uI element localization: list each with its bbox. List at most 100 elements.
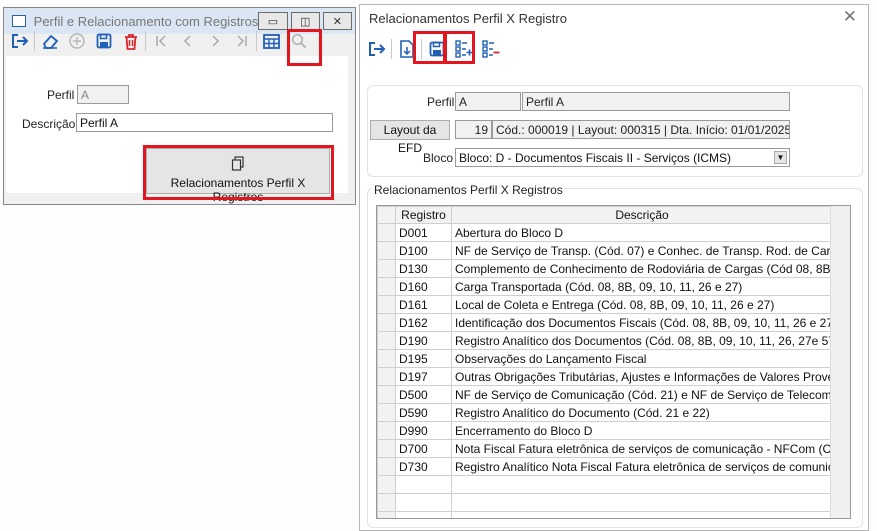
registro-cell[interactable] [395,493,452,512]
col-registro-header[interactable]: Registro [395,206,452,224]
table-row[interactable]: D162 Identificação dos Documentos Fiscais… [377,313,833,332]
registro-cell[interactable]: D195 [395,349,452,368]
registros-grid[interactable]: Registro Descrição D001 Abertura do Bloco… [376,205,851,519]
table-row[interactable]: D160 Carga Transportada (Cód. 08, 8B, 09,… [377,277,833,296]
descricao-cell[interactable]: NF de Serviço de Transp. (Cód. 07) e Con… [451,241,833,260]
descricao-field[interactable]: Perfil A [76,113,333,132]
exit-button[interactable] [6,29,33,53]
descricao-cell[interactable]: NF de Serviço de Comunicação (Cód. 21) e… [451,385,833,404]
close-button[interactable]: ✕ [322,12,352,30]
table-row[interactable]: D590 Registro Analítico do Documento (Cód… [377,403,833,422]
last-record-button[interactable] [228,29,255,53]
chevron-down-icon[interactable]: ▼ [774,151,787,164]
table-row[interactable]: D730 Registro Analítico Nota Fiscal Fatur… [377,457,833,476]
registro-cell[interactable]: D001 [395,223,452,242]
registro-cell[interactable]: D190 [395,331,452,350]
previous-record-button[interactable] [174,29,201,53]
registro-cell[interactable]: D990 [395,421,452,440]
row-indicator[interactable] [377,241,396,260]
first-record-button[interactable] [147,29,174,53]
table-row[interactable] [377,511,833,518]
layout-info-field[interactable]: Cód.: 000019 | Layout: 000315 | Dta. Iní… [492,120,790,139]
row-indicator[interactable] [377,457,396,476]
registro-cell[interactable]: D161 [395,295,452,314]
grid-view-button[interactable] [258,29,285,53]
relacionamentos-button[interactable]: Relacionamentos Perfil X Registros [146,148,330,204]
layout-number-field[interactable]: 19 [455,120,492,139]
row-indicator[interactable] [377,403,396,422]
descricao-cell[interactable]: Encerramento do Bloco D [451,421,833,440]
row-indicator[interactable] [377,313,396,332]
layout-efd-button[interactable]: Layout da EFD [370,120,450,155]
perfil-code-field[interactable]: A [455,92,521,111]
row-indicator[interactable] [377,295,396,314]
descricao-cell[interactable]: Outras Obrigações Tributárias, Ajustes e… [451,367,833,386]
registro-cell[interactable]: D130 [395,259,452,278]
perfil-desc-field[interactable]: Perfil A [522,92,790,111]
grid-vertical-scrollbar[interactable] [830,206,850,518]
table-row[interactable]: D990 Encerramento do Bloco D [377,421,833,440]
descricao-cell[interactable]: Registro Analítico Nota Fiscal Fatura el… [451,457,833,476]
descricao-cell[interactable] [451,511,833,518]
descricao-cell[interactable] [451,493,833,512]
row-indicator[interactable] [377,493,396,512]
add-registros-button[interactable] [450,37,477,61]
search-button[interactable] [285,29,312,53]
table-row[interactable] [377,493,833,512]
row-indicator[interactable] [377,331,396,350]
col-descricao-header[interactable]: Descrição [451,206,833,224]
registro-cell[interactable]: D197 [395,367,452,386]
bloco-select[interactable]: Bloco: D - Documentos Fiscais II - Servi… [455,148,790,167]
registro-cell[interactable]: D160 [395,277,452,296]
descricao-cell[interactable]: Registro Analítico do Documento (Cód. 21… [451,403,833,422]
row-indicator[interactable] [377,277,396,296]
registro-cell[interactable] [395,475,452,494]
descricao-cell[interactable]: Abertura do Bloco D [451,223,833,242]
clear-button[interactable] [36,29,63,53]
delete-button[interactable] [117,29,144,53]
registro-cell[interactable]: D590 [395,403,452,422]
row-indicator[interactable] [377,421,396,440]
add-button[interactable] [63,29,90,53]
registro-cell[interactable] [395,511,452,518]
perfil-field[interactable]: A [77,85,129,104]
descricao-cell[interactable]: Carga Transportada (Cód. 08, 8B, 09, 10,… [451,277,833,296]
row-indicator[interactable] [377,511,396,518]
registro-cell[interactable]: D100 [395,241,452,260]
registro-cell[interactable]: D700 [395,439,452,458]
save-button[interactable] [423,37,450,61]
import-button[interactable] [393,37,420,61]
table-row[interactable]: D197 Outras Obrigações Tributárias, Ajust… [377,367,833,386]
row-indicator[interactable] [377,349,396,368]
row-indicator[interactable] [377,259,396,278]
descricao-cell[interactable]: Registro Analítico dos Documentos (Cód. … [451,331,833,350]
row-indicator[interactable] [377,367,396,386]
remove-registros-button[interactable] [477,37,504,61]
table-row[interactable]: D130 Complemento de Conhecimento de Rodov… [377,259,833,278]
descricao-cell[interactable]: Nota Fiscal Fatura eletrônica de serviço… [451,439,833,458]
save-button[interactable] [90,29,117,53]
table-row[interactable]: D001 Abertura do Bloco D [377,223,833,242]
descricao-cell[interactable]: Complemento de Conhecimento de Rodoviári… [451,259,833,278]
exit-button[interactable] [363,37,390,61]
table-row[interactable] [377,475,833,494]
descricao-cell[interactable]: Identificação dos Documentos Fiscais (Có… [451,313,833,332]
table-row[interactable]: D700 Nota Fiscal Fatura eletrônica de ser… [377,439,833,458]
registro-cell[interactable]: D730 [395,457,452,476]
descricao-cell[interactable] [451,475,833,494]
descricao-cell[interactable]: Observações do Lançamento Fiscal [451,349,833,368]
table-row[interactable]: D190 Registro Analítico dos Documentos (C… [377,331,833,350]
row-indicator[interactable] [377,439,396,458]
next-record-button[interactable] [201,29,228,53]
close-icon[interactable]: ✕ [843,7,857,27]
descricao-cell[interactable]: Local de Coleta e Entrega (Cód. 08, 8B, … [451,295,833,314]
row-indicator[interactable] [377,385,396,404]
table-row[interactable]: D100 NF de Serviço de Transp. (Cód. 07) e… [377,241,833,260]
registro-cell[interactable]: D162 [395,313,452,332]
table-row[interactable]: D195 Observações do Lançamento Fiscal [377,349,833,368]
row-indicator[interactable] [377,223,396,242]
registro-cell[interactable]: D500 [395,385,452,404]
row-indicator[interactable] [377,475,396,494]
table-row[interactable]: D500 NF de Serviço de Comunicação (Cód. 2… [377,385,833,404]
table-row[interactable]: D161 Local de Coleta e Entrega (Cód. 08, … [377,295,833,314]
